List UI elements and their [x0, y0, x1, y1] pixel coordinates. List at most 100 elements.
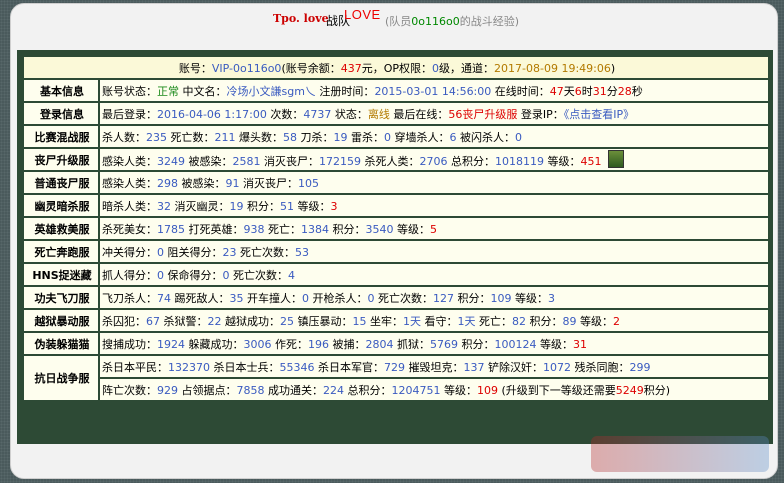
stat-value: 451 — [580, 155, 602, 168]
team-name: Tpo. love — [273, 12, 329, 25]
stat-label: 暗杀人类： — [102, 199, 157, 213]
row-label: 伪装躲猫猫 — [24, 333, 98, 354]
rank-avatar-icon — [607, 150, 624, 168]
stat-label: 杀死美女： — [102, 222, 157, 236]
stat-value: 1072 — [543, 360, 571, 374]
main-window: Tpo. love 战队 LOVE (队员0o116o0的战斗经验) 账号：VI… — [10, 3, 778, 479]
stat-value: 2016-04-06 1:17:00 — [157, 107, 267, 121]
stat-label: 等级： — [294, 199, 331, 213]
stat-label: 消灭丧尸： — [260, 155, 319, 168]
stat-value: 0 — [302, 291, 309, 305]
stat-label: 阵亡次数： — [102, 383, 157, 397]
stat-label: 抓人得分： — [102, 268, 157, 282]
row-label: 比赛混战服 — [24, 126, 98, 147]
stat-value: 28 — [617, 84, 632, 98]
stat-value: 32 — [157, 199, 171, 213]
stat-label: 杀日本平民： — [102, 360, 168, 374]
stat-value: 299 — [629, 360, 651, 374]
stat-label: (升级到下一等级还需要 — [498, 383, 616, 397]
stat-label: 积分： — [243, 199, 280, 213]
stat-value: 1924 — [157, 337, 185, 351]
stat-value: 127 — [433, 291, 454, 305]
account-info-row: 账号：VIP-0o116o0(账号余额：437元，OP权限：0级，通道：2017… — [24, 57, 768, 78]
stat-label: 抓狱： — [393, 337, 430, 351]
page-header: Tpo. love 战队 LOVE (队员0o116o0的战斗经验) — [11, 4, 777, 38]
stat-label: 杀人数： — [102, 130, 146, 144]
stat-label: 最后在线： — [389, 107, 449, 121]
stat-value: 1384 — [301, 222, 329, 236]
stat-value: 19 — [229, 199, 244, 213]
row-values: 飞刀杀人：74 踢死敌人：35 开车撞人：0 开枪杀人：0 死亡次数：127 积… — [100, 287, 768, 308]
row-values: 杀日本平民：132370 杀日本士兵：55346 杀日本军官：729 摧毁坦克：… — [100, 356, 768, 377]
member-caption: (队员0o116o0的战斗经验) — [385, 15, 520, 28]
stat-value: 51 — [280, 199, 294, 213]
stat-value: 0 — [384, 130, 391, 144]
stat-label: 等级： — [393, 222, 430, 236]
stat-value: 224 — [323, 383, 344, 397]
love-logo: LOVE — [344, 7, 381, 22]
stat-value: 89 — [562, 314, 577, 328]
stat-value: 4737 — [303, 107, 332, 121]
stat-value: 6 — [574, 84, 582, 98]
stat-value[interactable]: 《点击查看IP》 — [564, 108, 634, 121]
stats-row: 伪装躲猫猫 搜捕成功：1924 躲藏成功：3006 作死：196 被捕：2804 … — [24, 333, 768, 354]
stat-value: 929 — [157, 383, 178, 397]
stat-value: 2015-03-01 14:56:00 — [374, 84, 492, 98]
stat-value: 0 — [222, 268, 230, 282]
stat-value: 3 — [548, 291, 555, 305]
stat-value: 47 — [549, 84, 564, 98]
stat-label: 最后登录： — [102, 107, 157, 121]
stat-label: 镇压暴动： — [294, 314, 353, 328]
stat-value: 211 — [214, 130, 236, 144]
row-values: 抓人得分：0 保命得分：0 死亡次数：4 — [100, 264, 768, 285]
stat-value: 53 — [295, 245, 309, 259]
account-balance: 437 — [340, 61, 362, 75]
row-values: 搜捕成功：1924 躲藏成功：3006 作死：196 被捕：2804 抓狱：57… — [100, 333, 768, 354]
stat-value: 5 — [430, 222, 437, 236]
stat-label: 分 — [606, 84, 618, 98]
row-values: 阵亡次数：929 占领据点：7858 成功通关：224 总积分：1204751 … — [100, 379, 768, 400]
stat-value: 3249 — [157, 155, 185, 168]
row-values: 杀囚犯：67 杀狱警：22 越狱成功：25 镇压暴动：15 坐牢：1天 看守：1… — [100, 310, 768, 331]
stat-label: 天 — [563, 84, 575, 98]
stat-value: 58 — [283, 130, 297, 144]
row-label: 抗日战争服 — [24, 356, 98, 400]
stat-label: 被闪杀人： — [456, 130, 515, 144]
stat-value: 2581 — [232, 155, 261, 168]
stat-label: 被捕： — [329, 337, 366, 351]
stat-value: 74 — [157, 291, 171, 305]
row-values: 感染人类：298 被感染：91 消灭丧尸：105 — [100, 172, 768, 193]
info-timestamp: 2017-08-09 19:49:06 — [494, 61, 611, 75]
stat-value: 1785 — [157, 222, 185, 236]
stat-value: 2 — [613, 314, 620, 328]
stat-label: 爆头数： — [235, 130, 283, 144]
stats-row: 越狱暴动服 杀囚犯：67 杀狱警：22 越狱成功：25 镇压暴动：15 坐牢：1天… — [24, 310, 768, 331]
row-label: 基本信息 — [24, 80, 98, 101]
stat-label: 杀囚犯： — [102, 314, 146, 328]
stat-label: 在线时间： — [491, 84, 550, 98]
stat-label: 开车撞人： — [243, 291, 302, 305]
stat-value: 55346 — [279, 360, 315, 374]
stat-value: 冷场小文謙sgm乀 — [226, 84, 316, 98]
row-values: 感染人类：3249 被感染：2581 消灭丧尸：172159 杀死人类：2706… — [100, 149, 768, 170]
stat-label: 躲藏成功： — [185, 337, 244, 351]
stats-row: HNS捉迷藏 抓人得分：0 保命得分：0 死亡次数：4 — [24, 264, 768, 285]
stats-row: 幽灵暗杀服 暗杀人类：32 消灭幽灵：19 积分：51 等级：3 — [24, 195, 768, 216]
stat-value: 298 — [157, 176, 178, 190]
row-values: 冲关得分：0 阻关得分：23 死亡次数：53 — [100, 241, 768, 262]
stat-label: 次数： — [266, 107, 304, 121]
stat-label: 穿墙杀人： — [391, 130, 450, 144]
stat-value: 82 — [512, 314, 526, 328]
stat-label: 开枪杀人： — [309, 291, 368, 305]
stat-label: 冲关得分： — [102, 245, 157, 259]
stat-label: 被感染： — [185, 155, 233, 168]
stat-label: 积分) — [643, 383, 671, 397]
stat-value: 91 — [225, 176, 240, 190]
stat-value: 离线 — [367, 107, 390, 121]
row-values: 杀死美女：1785 打死英雄：938 死亡：1384 积分：3540 等级：5 — [100, 218, 768, 239]
stat-label: 死亡： — [475, 314, 512, 328]
stat-label: 坐牢： — [366, 314, 403, 328]
stats-row: 抗日战争服 杀日本平民：132370 杀日本士兵：55346 杀日本军官：729 … — [24, 356, 768, 400]
stat-label: 雷杀： — [347, 130, 384, 144]
stat-label: 账号状态： — [102, 84, 157, 98]
